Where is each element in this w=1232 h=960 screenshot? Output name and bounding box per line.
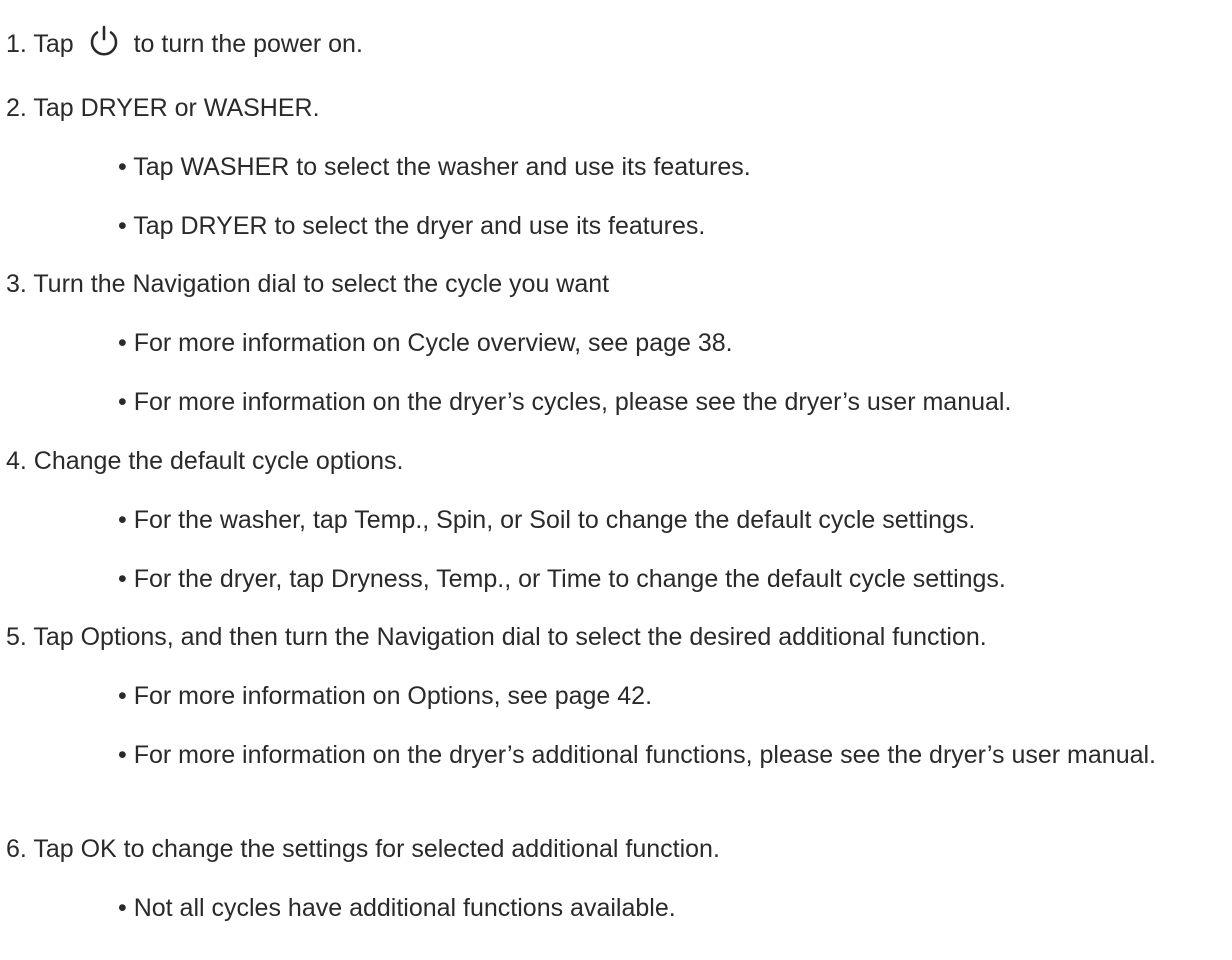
step-1-number: 1. — [6, 30, 27, 58]
power-icon — [87, 24, 121, 58]
step-1: 1. Tap to turn the power on. — [6, 24, 363, 62]
step-3-bullet-1: • For more information on Cycle overview… — [118, 329, 733, 357]
step-3-bullet-2: • For more information on the dryer’s cy… — [118, 388, 1012, 416]
step-5-bullet-1: • For more information on Options, see p… — [118, 682, 653, 710]
step-6-bullet-1: • Not all cycles have additional functio… — [118, 894, 676, 922]
step-2-bullet-2: • Tap DRYER to select the dryer and use … — [118, 212, 706, 240]
step-6: 6. Tap OK to change the settings for sel… — [6, 835, 720, 863]
step-1-pre-text: Tap — [33, 30, 74, 58]
instruction-document: 1. Tap to turn the power on. 2. Tap DRYE… — [0, 0, 1232, 960]
step-3: 3. Turn the Navigation dial to select th… — [6, 270, 610, 298]
step-4-bullet-1: • For the washer, tap Temp., Spin, or So… — [118, 506, 976, 534]
step-1-post-text: to turn the power on. — [133, 30, 363, 58]
step-2: 2. Tap DRYER or WASHER. — [6, 94, 320, 122]
step-5: 5. Tap Options, and then turn the Naviga… — [6, 623, 987, 651]
step-4: 4. Change the default cycle options. — [6, 447, 404, 475]
step-5-bullet-2: • For more information on the dryer’s ad… — [118, 741, 1157, 769]
step-4-bullet-2: • For the dryer, tap Dryness, Temp., or … — [118, 565, 1006, 593]
step-2-bullet-1: • Tap WASHER to select the washer and us… — [118, 153, 751, 181]
